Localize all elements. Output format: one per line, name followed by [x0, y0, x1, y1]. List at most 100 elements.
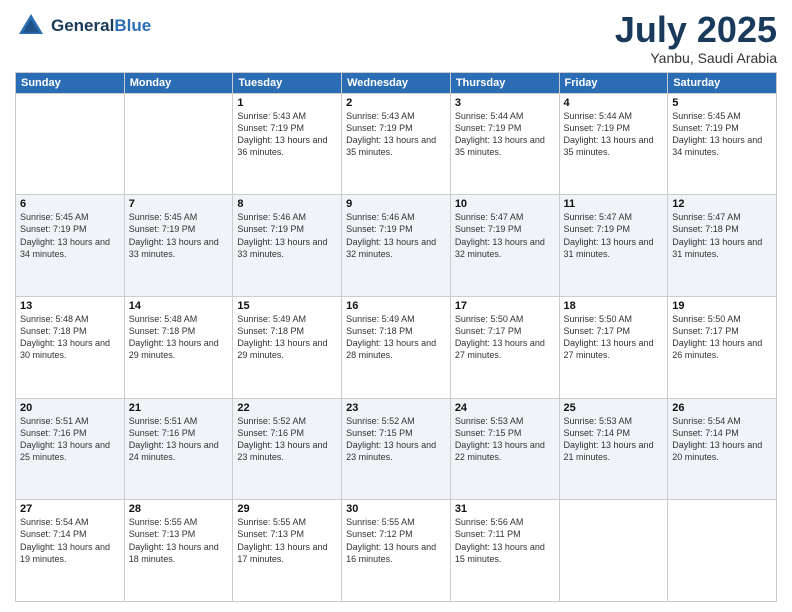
day-info: Sunrise: 5:52 AM Sunset: 7:15 PM Dayligh… [346, 415, 446, 464]
day-info: Sunrise: 5:54 AM Sunset: 7:14 PM Dayligh… [20, 516, 120, 565]
table-cell: 29Sunrise: 5:55 AM Sunset: 7:13 PM Dayli… [233, 500, 342, 602]
day-info: Sunrise: 5:56 AM Sunset: 7:11 PM Dayligh… [455, 516, 555, 565]
col-thursday: Thursday [450, 72, 559, 93]
day-number: 15 [237, 300, 337, 312]
day-info: Sunrise: 5:46 AM Sunset: 7:19 PM Dayligh… [346, 211, 446, 260]
day-info: Sunrise: 5:48 AM Sunset: 7:18 PM Dayligh… [20, 313, 120, 362]
header: GeneralBlue July 2025 Yanbu, Saudi Arabi… [15, 10, 777, 66]
day-info: Sunrise: 5:54 AM Sunset: 7:14 PM Dayligh… [672, 415, 772, 464]
logo: GeneralBlue [15, 10, 151, 42]
day-info: Sunrise: 5:45 AM Sunset: 7:19 PM Dayligh… [672, 110, 772, 159]
day-info: Sunrise: 5:47 AM Sunset: 7:19 PM Dayligh… [564, 211, 664, 260]
day-info: Sunrise: 5:45 AM Sunset: 7:19 PM Dayligh… [20, 211, 120, 260]
table-cell: 17Sunrise: 5:50 AM Sunset: 7:17 PM Dayli… [450, 296, 559, 398]
day-info: Sunrise: 5:44 AM Sunset: 7:19 PM Dayligh… [564, 110, 664, 159]
month-title: July 2025 [615, 10, 777, 50]
day-number: 4 [564, 97, 664, 109]
table-cell: 14Sunrise: 5:48 AM Sunset: 7:18 PM Dayli… [124, 296, 233, 398]
day-info: Sunrise: 5:50 AM Sunset: 7:17 PM Dayligh… [564, 313, 664, 362]
day-info: Sunrise: 5:46 AM Sunset: 7:19 PM Dayligh… [237, 211, 337, 260]
week-row-2: 6Sunrise: 5:45 AM Sunset: 7:19 PM Daylig… [16, 195, 777, 297]
location-subtitle: Yanbu, Saudi Arabia [615, 50, 777, 66]
day-number: 27 [20, 503, 120, 515]
table-cell: 13Sunrise: 5:48 AM Sunset: 7:18 PM Dayli… [16, 296, 125, 398]
day-number: 18 [564, 300, 664, 312]
day-number: 28 [129, 503, 229, 515]
day-info: Sunrise: 5:47 AM Sunset: 7:18 PM Dayligh… [672, 211, 772, 260]
day-info: Sunrise: 5:50 AM Sunset: 7:17 PM Dayligh… [672, 313, 772, 362]
logo-general: General [51, 16, 114, 35]
day-number: 17 [455, 300, 555, 312]
table-cell: 24Sunrise: 5:53 AM Sunset: 7:15 PM Dayli… [450, 398, 559, 500]
table-cell: 11Sunrise: 5:47 AM Sunset: 7:19 PM Dayli… [559, 195, 668, 297]
day-info: Sunrise: 5:49 AM Sunset: 7:18 PM Dayligh… [237, 313, 337, 362]
calendar-table: Sunday Monday Tuesday Wednesday Thursday… [15, 72, 777, 602]
day-info: Sunrise: 5:55 AM Sunset: 7:13 PM Dayligh… [237, 516, 337, 565]
table-cell: 25Sunrise: 5:53 AM Sunset: 7:14 PM Dayli… [559, 398, 668, 500]
week-row-3: 13Sunrise: 5:48 AM Sunset: 7:18 PM Dayli… [16, 296, 777, 398]
col-sunday: Sunday [16, 72, 125, 93]
col-monday: Monday [124, 72, 233, 93]
table-cell: 20Sunrise: 5:51 AM Sunset: 7:16 PM Dayli… [16, 398, 125, 500]
title-block: July 2025 Yanbu, Saudi Arabia [615, 10, 777, 66]
page: GeneralBlue July 2025 Yanbu, Saudi Arabi… [0, 0, 792, 612]
table-cell: 27Sunrise: 5:54 AM Sunset: 7:14 PM Dayli… [16, 500, 125, 602]
table-cell: 3Sunrise: 5:44 AM Sunset: 7:19 PM Daylig… [450, 93, 559, 195]
day-info: Sunrise: 5:49 AM Sunset: 7:18 PM Dayligh… [346, 313, 446, 362]
day-number: 1 [237, 97, 337, 109]
day-info: Sunrise: 5:48 AM Sunset: 7:18 PM Dayligh… [129, 313, 229, 362]
day-number: 8 [237, 198, 337, 210]
table-cell: 26Sunrise: 5:54 AM Sunset: 7:14 PM Dayli… [668, 398, 777, 500]
day-number: 30 [346, 503, 446, 515]
day-number: 13 [20, 300, 120, 312]
day-info: Sunrise: 5:51 AM Sunset: 7:16 PM Dayligh… [20, 415, 120, 464]
day-number: 3 [455, 97, 555, 109]
col-wednesday: Wednesday [342, 72, 451, 93]
day-number: 16 [346, 300, 446, 312]
table-cell: 28Sunrise: 5:55 AM Sunset: 7:13 PM Dayli… [124, 500, 233, 602]
day-info: Sunrise: 5:52 AM Sunset: 7:16 PM Dayligh… [237, 415, 337, 464]
logo-text: GeneralBlue [51, 16, 151, 36]
day-info: Sunrise: 5:43 AM Sunset: 7:19 PM Dayligh… [237, 110, 337, 159]
table-cell: 6Sunrise: 5:45 AM Sunset: 7:19 PM Daylig… [16, 195, 125, 297]
table-cell: 4Sunrise: 5:44 AM Sunset: 7:19 PM Daylig… [559, 93, 668, 195]
day-info: Sunrise: 5:50 AM Sunset: 7:17 PM Dayligh… [455, 313, 555, 362]
table-cell [124, 93, 233, 195]
table-cell: 9Sunrise: 5:46 AM Sunset: 7:19 PM Daylig… [342, 195, 451, 297]
table-cell: 15Sunrise: 5:49 AM Sunset: 7:18 PM Dayli… [233, 296, 342, 398]
day-number: 24 [455, 402, 555, 414]
table-cell: 7Sunrise: 5:45 AM Sunset: 7:19 PM Daylig… [124, 195, 233, 297]
calendar-header-row: Sunday Monday Tuesday Wednesday Thursday… [16, 72, 777, 93]
day-number: 22 [237, 402, 337, 414]
day-number: 7 [129, 198, 229, 210]
day-number: 23 [346, 402, 446, 414]
table-cell: 5Sunrise: 5:45 AM Sunset: 7:19 PM Daylig… [668, 93, 777, 195]
table-cell [559, 500, 668, 602]
table-cell [16, 93, 125, 195]
day-number: 9 [346, 198, 446, 210]
table-cell: 16Sunrise: 5:49 AM Sunset: 7:18 PM Dayli… [342, 296, 451, 398]
day-number: 25 [564, 402, 664, 414]
day-info: Sunrise: 5:53 AM Sunset: 7:15 PM Dayligh… [455, 415, 555, 464]
day-info: Sunrise: 5:44 AM Sunset: 7:19 PM Dayligh… [455, 110, 555, 159]
table-cell: 30Sunrise: 5:55 AM Sunset: 7:12 PM Dayli… [342, 500, 451, 602]
day-number: 12 [672, 198, 772, 210]
table-cell: 31Sunrise: 5:56 AM Sunset: 7:11 PM Dayli… [450, 500, 559, 602]
logo-blue: Blue [114, 16, 151, 35]
table-cell: 23Sunrise: 5:52 AM Sunset: 7:15 PM Dayli… [342, 398, 451, 500]
day-number: 2 [346, 97, 446, 109]
table-cell: 12Sunrise: 5:47 AM Sunset: 7:18 PM Dayli… [668, 195, 777, 297]
table-cell: 22Sunrise: 5:52 AM Sunset: 7:16 PM Dayli… [233, 398, 342, 500]
day-number: 5 [672, 97, 772, 109]
col-friday: Friday [559, 72, 668, 93]
table-cell: 1Sunrise: 5:43 AM Sunset: 7:19 PM Daylig… [233, 93, 342, 195]
day-info: Sunrise: 5:51 AM Sunset: 7:16 PM Dayligh… [129, 415, 229, 464]
week-row-4: 20Sunrise: 5:51 AM Sunset: 7:16 PM Dayli… [16, 398, 777, 500]
table-cell: 8Sunrise: 5:46 AM Sunset: 7:19 PM Daylig… [233, 195, 342, 297]
day-number: 11 [564, 198, 664, 210]
table-cell: 19Sunrise: 5:50 AM Sunset: 7:17 PM Dayli… [668, 296, 777, 398]
day-number: 6 [20, 198, 120, 210]
day-number: 29 [237, 503, 337, 515]
day-info: Sunrise: 5:53 AM Sunset: 7:14 PM Dayligh… [564, 415, 664, 464]
day-number: 26 [672, 402, 772, 414]
